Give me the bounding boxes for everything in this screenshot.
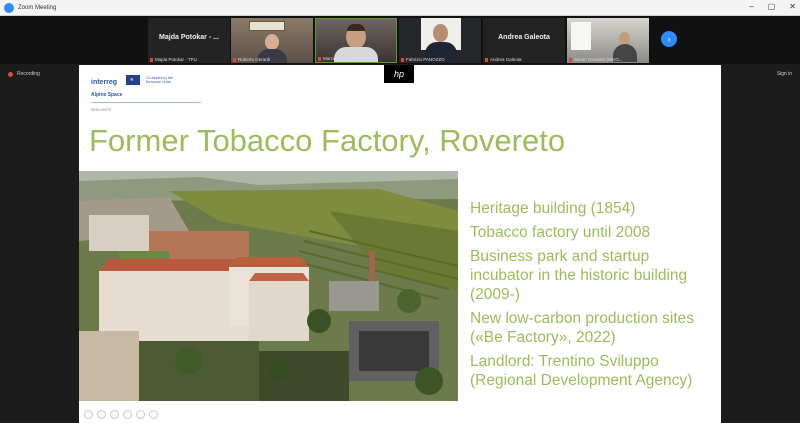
participant-tile[interactable]: Marcello Ghiselli [315, 18, 397, 63]
close-button[interactable]: ✕ [789, 2, 796, 11]
zoom-window: Zoom Meeting – ▢ ✕ Majda Potokar - ... M… [0, 0, 800, 423]
chevron-right-icon: › [667, 34, 671, 44]
prev-slide-icon[interactable] [84, 410, 93, 419]
participant-strip: Majda Potokar - ... Majda Potokar - TPLI… [0, 16, 800, 64]
slide-title: Former Tobacco Factory, Rovereto [89, 123, 566, 158]
title-bar: Zoom Meeting – ▢ ✕ [0, 0, 800, 16]
minimize-button[interactable]: – [749, 2, 753, 11]
eu-flag-icon: ★ [125, 74, 140, 85]
mic-muted-icon [233, 57, 236, 62]
aerial-factory-photo [79, 171, 458, 401]
shared-screen-slide: hp interreg ★ Co-funded by the European … [79, 65, 721, 423]
window-controls: – ▢ ✕ [749, 2, 796, 11]
window-title: Zoom Meeting [18, 4, 57, 11]
recording-dot-icon [8, 71, 13, 77]
project-name: RESILIENTE [91, 108, 112, 112]
participant-label: Simon Gmainer (WKO... [569, 57, 623, 62]
zoom-icon[interactable] [136, 410, 145, 419]
participant-tile[interactable]: Majda Potokar - ... Majda Potokar - TPLI [148, 18, 230, 63]
next-participants-button[interactable]: › [661, 31, 677, 47]
interreg-wordmark: interreg [91, 79, 118, 86]
participant-label: Roberto Gerardi [233, 57, 270, 62]
mic-muted-icon [150, 57, 153, 62]
participant-tile[interactable]: Fabrizio PANOZZO [399, 18, 481, 63]
participant-label: Fabrizio PANOZZO [401, 57, 445, 62]
program-name: Alpine Space [91, 92, 123, 98]
pen-icon[interactable] [110, 410, 119, 419]
participant-tile[interactable]: Andrea Galeota Andrea Galeota [483, 18, 565, 63]
bullet-item: New low-carbon production sites («Be Fac… [470, 310, 694, 346]
bullet-item: Tobacco factory until 2008 [470, 224, 651, 241]
participant-name: Andrea Galeota [498, 34, 550, 41]
eu-cofunded-text: Co-funded by the European Union [145, 75, 173, 84]
participant-name: Majda Potokar - ... [159, 34, 219, 41]
participant-label: Marcello Ghiselli [318, 56, 356, 61]
logo-divider [91, 102, 201, 103]
maximize-button[interactable]: ▢ [768, 2, 776, 11]
participant-tile[interactable]: Simon Gmainer (WKO... [567, 18, 649, 63]
participant-label: Majda Potokar - TPLI [150, 57, 197, 62]
mic-muted-icon [318, 56, 321, 61]
interreg-logo: interreg ★ Co-funded by the European Uni… [91, 71, 201, 112]
bullet-item: Business park and startup incubator in t… [470, 248, 688, 303]
next-slide-icon[interactable] [97, 410, 106, 419]
mic-muted-icon [569, 57, 572, 62]
mic-muted-icon [485, 57, 488, 62]
participant-tile[interactable]: Roberto Gerardi [231, 18, 313, 63]
sign-in-link[interactable]: Sign in [777, 71, 792, 77]
mic-muted-icon [401, 57, 404, 62]
participant-label: Andrea Galeota [485, 57, 522, 62]
bullet-item: Heritage building (1854) [470, 200, 636, 217]
laser-pointer-icon[interactable] [123, 410, 132, 419]
bullet-item: Landlord: Trentino Sviluppo (Regional De… [470, 353, 693, 389]
recording-indicator[interactable]: Recording [8, 71, 40, 77]
slideshow-controls [84, 410, 158, 419]
slide-bullet-list: Heritage building (1854) Tobacco factory… [470, 199, 715, 395]
hp-logo: hp [384, 65, 414, 83]
more-options-icon[interactable] [149, 410, 158, 419]
zoom-app-icon [4, 2, 14, 13]
